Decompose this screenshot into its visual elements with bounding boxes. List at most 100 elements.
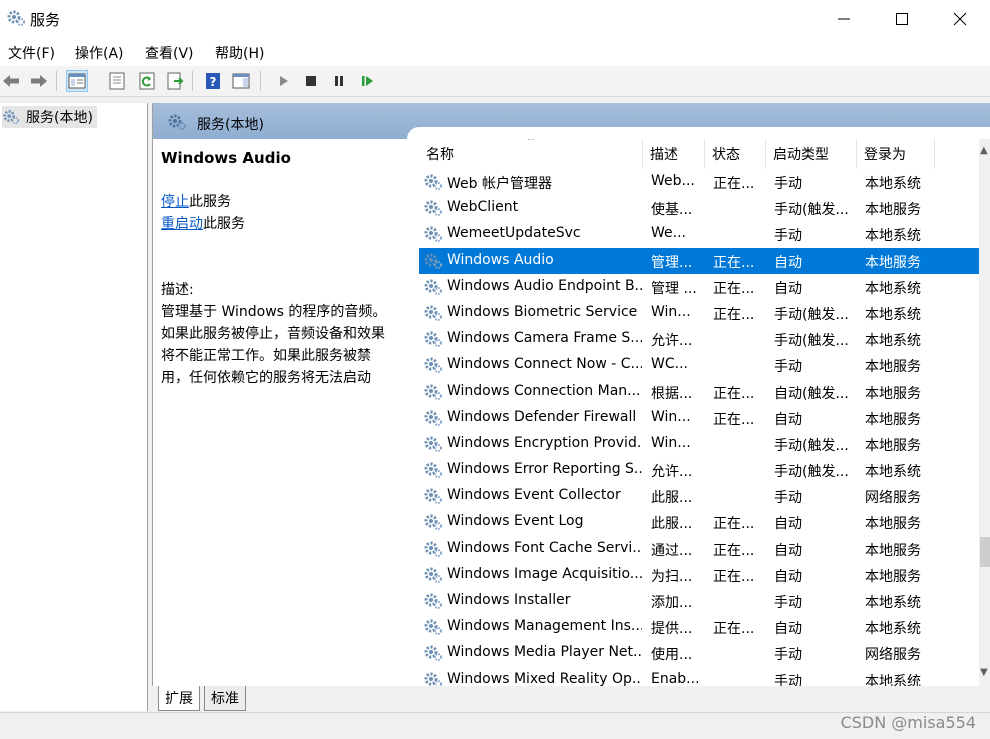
service-name-cell: Windows Biometric Service [447,303,638,320]
table-row[interactable]: Windows Font Cache Servi... 通过... 正在... 自动 本… [419,536,979,562]
table-row[interactable]: Windows Defender Firewall Win... 正在... 自动 本地… [419,405,979,431]
table-row[interactable]: Windows Connect Now - C... WC... 手动 本地服务 [419,352,979,378]
close-button[interactable] [931,0,989,38]
service-desc-cell: 添加... [651,595,693,611]
column-header-logon-as[interactable]: 登录为 [857,139,935,169]
service-desc-cell: We... [651,225,686,242]
column-header-name[interactable]: 名称 ^ [419,139,643,169]
start-service-button[interactable] [272,70,294,92]
table-row[interactable]: Web 帐户管理器 Web... 正在... 手动 本地系统 [419,169,979,195]
menu-file[interactable]: 文件(F) [8,43,55,63]
service-gear-icon [424,384,442,400]
pause-service-button[interactable] [328,70,350,92]
service-startup-cell: 手动 [774,595,802,611]
service-gear-icon [424,645,442,662]
service-gear-icon [424,253,442,269]
service-desc-cell: 此服... [651,516,693,533]
table-row[interactable]: Windows Media Player Net... 使用... 手动 网络服务 [419,640,979,666]
main-header: 服务(本地) [153,103,990,139]
export-list-button[interactable] [164,70,186,92]
service-name-cell: Windows Media Player Net... [447,644,642,661]
table-row[interactable]: Windows Image Acquisitio... 为扫... 正在... 自动 本… [419,562,979,588]
service-name-cell: Windows Event Log [447,513,584,530]
table-row[interactable]: Windows Event Log 此服... 正在... 自动 本地服务 [419,509,979,535]
back-button[interactable] [0,70,22,92]
list-header: 名称 ^ 描述 状态 启动类型 登录为 [419,139,979,169]
scrollbar-thumb[interactable] [980,537,990,567]
service-name-cell: WemeetUpdateSvc [447,225,581,242]
properties-button[interactable] [106,70,128,92]
action-pane-icon [232,73,250,89]
maximize-icon [896,13,908,25]
menu-view[interactable]: 查看(V) [145,43,194,63]
service-status-cell: 正在... [713,568,755,585]
scroll-down-icon[interactable]: ▼ [980,667,988,678]
tree-item-services-local[interactable]: 服务(本地) [2,106,97,128]
description-line: 管理基于 Windows 的程序的音频。 [161,304,387,320]
refresh-button[interactable] [136,70,158,92]
stop-service-link[interactable]: 停止 [161,194,189,210]
service-desc-cell: 允许... [651,333,693,350]
table-row[interactable]: Windows Mixed Reality Op... Enab... 手动 本地系统 [419,667,979,686]
table-row[interactable]: Windows Management Ins... 提供... 正在... 自动 本地系… [419,614,979,640]
table-row[interactable]: Windows Installer 添加... 手动 本地系统 [419,588,979,614]
view-tabs: 扩展 标准 [152,686,990,712]
services-main-pane: 服务(本地) Windows Audio 停止此服务 重启动此服务 描述: 管理… [152,103,990,686]
service-desc-cell: 管理 ... [651,280,697,297]
console-tree-button[interactable] [66,70,88,92]
service-gear-icon [424,305,442,321]
table-row[interactable]: Windows Connection Man... 根据... 正在... 自动(触发… [419,379,979,405]
service-logon-cell: 本地系统 [865,673,921,686]
action-pane-button[interactable] [230,70,252,92]
maximize-button[interactable] [873,0,931,38]
resume-icon [362,76,373,86]
table-row[interactable]: WebClient 使基... 手动(触发... 本地服务 [419,195,979,221]
vertical-scrollbar[interactable]: ▲ ▼ [979,139,990,686]
service-name-cell: Windows Installer [447,592,571,608]
table-row[interactable]: Windows Event Collector 此服... 手动 网络服务 [419,483,979,509]
table-row[interactable]: Windows Audio Endpoint B... 管理 ... 正在... 自动… [419,274,979,300]
toolbar: ? [0,66,990,97]
restart-service-link[interactable]: 重启动 [161,216,203,232]
table-row[interactable]: Windows Error Reporting S... 允许... 手动(触发..… [419,457,979,483]
status-bar: CSDN @misa554 [0,712,990,739]
stop-service-button[interactable] [300,70,322,92]
column-header-status[interactable]: 状态 [705,139,766,169]
tab-extended[interactable]: 扩展 [158,686,200,711]
tab-standard[interactable]: 标准 [204,686,246,711]
menu-help[interactable]: 帮助(H) [215,43,264,63]
minimize-button[interactable] [815,0,873,38]
forward-button[interactable] [28,70,50,92]
table-row[interactable]: Windows Encryption Provid... Win... 手动(触发.… [419,431,979,457]
table-row[interactable]: Windows Biometric Service Win... 正在... 手动(触… [419,300,979,326]
service-gear-icon [424,593,442,609]
service-startup-cell: 手动 [774,647,802,664]
service-desc-cell: 根据... [651,385,693,402]
menu-action[interactable]: 操作(A) [75,43,124,63]
service-description-pane: Windows Audio 停止此服务 重启动此服务 描述: 管理基于 Wind… [161,147,405,389]
table-row[interactable]: Windows Camera Frame S... 允许... 手动(触发... 本地… [419,326,979,352]
export-list-icon [167,72,184,90]
table-row[interactable]: WemeetUpdateSvc We... 手动 本地系统 [419,221,979,247]
service-name-cell: Windows Camera Frame S... [447,330,642,347]
help-icon: ? [206,73,220,89]
column-header-startup-type[interactable]: 启动类型 [766,139,857,169]
table-row[interactable]: Windows Audio 管理... 正在... 自动 本地服务 [419,247,979,274]
window-title: 服务 [30,11,61,29]
service-startup-cell: 手动(触发... [774,437,849,454]
help-button[interactable]: ? [202,70,224,92]
service-logon-cell: 本地系统 [865,280,921,297]
service-name-cell: Windows Error Reporting S... [447,461,642,478]
properties-icon [109,72,125,90]
scroll-up-icon[interactable]: ▲ [980,145,988,156]
service-logon-cell: 本地服务 [865,542,921,559]
resume-service-button[interactable] [356,70,378,92]
service-logon-cell: 本地服务 [865,254,921,271]
service-startup-cell: 自动 [774,621,802,638]
service-startup-cell: 手动 [774,673,802,686]
close-icon [953,12,967,26]
service-status-cell: 正在... [713,411,755,428]
sort-up-icon: ^ [527,139,535,147]
service-gear-icon [424,462,442,479]
column-header-desc[interactable]: 描述 [643,139,705,169]
